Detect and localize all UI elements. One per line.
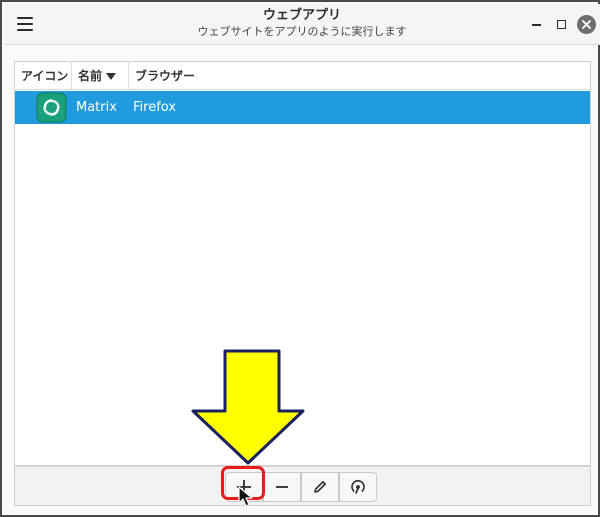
close-button[interactable] — [576, 14, 596, 34]
hamburger-menu-icon[interactable] — [14, 14, 36, 34]
app-name-cell: Matrix — [76, 100, 117, 115]
remove-button[interactable] — [263, 472, 301, 502]
column-header-browser-label: ブラウザー — [135, 69, 196, 83]
edit-button[interactable] — [301, 472, 339, 502]
minimize-icon — [531, 24, 541, 26]
matrix-element-app-icon — [36, 92, 67, 123]
mouse-cursor-icon — [238, 486, 253, 507]
title-block: ウェブアプリ ウェブサイトをアプリのように実行します — [154, 8, 450, 39]
column-header-name-label: 名前 — [78, 69, 103, 83]
list-header: アイコン 名前 ブラウザー — [15, 62, 590, 90]
column-header-icon[interactable]: アイコン — [15, 62, 72, 90]
list-item[interactable]: Matrix Firefox — [15, 91, 590, 124]
launch-icon — [351, 480, 365, 494]
window-title: ウェブアプリ — [262, 8, 341, 23]
maximize-icon — [556, 19, 566, 29]
header-bar: ウェブアプリ ウェブサイトをアプリのように実行します — [4, 4, 600, 45]
minus-icon — [276, 486, 288, 488]
minimize-button[interactable] — [526, 14, 546, 34]
column-header-name[interactable]: 名前 — [72, 62, 129, 90]
sort-descending-icon — [106, 73, 117, 80]
column-header-icon-label: アイコン — [21, 69, 69, 83]
app-browser-cell: Firefox — [133, 100, 177, 115]
launch-button[interactable] — [339, 472, 377, 502]
window-subtitle: ウェブサイトをアプリのように実行します — [197, 25, 407, 38]
annotation-arrow-icon — [191, 349, 305, 465]
list-toolbar — [14, 466, 591, 506]
close-icon — [576, 14, 596, 34]
pencil-icon — [314, 481, 326, 493]
maximize-button[interactable] — [551, 14, 571, 34]
column-header-browser[interactable]: ブラウザー — [129, 62, 329, 90]
